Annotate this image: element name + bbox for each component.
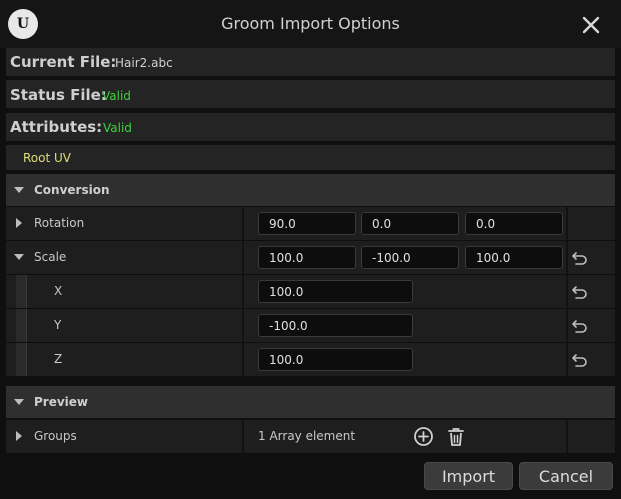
column-divider — [566, 309, 568, 342]
scale-y-input[interactable]: -100.0 — [361, 246, 459, 269]
column-divider — [242, 275, 244, 308]
rotation-x-input[interactable]: 90.0 — [258, 212, 356, 235]
groups-label: Groups — [34, 429, 77, 443]
scale-label: Scale — [34, 250, 67, 264]
column-divider — [242, 343, 244, 376]
groups-array-count: 1 Array element — [258, 429, 356, 443]
current-file-label: Current File: — [10, 53, 117, 71]
rotation-y-input[interactable]: 0.0 — [361, 212, 459, 235]
collapse-arrow-icon — [14, 399, 24, 405]
close-icon[interactable] — [578, 12, 604, 38]
attribute-item-row: Root UV — [6, 145, 615, 170]
status-file-value: Valid — [102, 89, 131, 103]
column-divider — [566, 275, 568, 308]
scale-z-value-input[interactable]: 100.0 — [258, 348, 413, 371]
scale-z-input[interactable]: 100.0 — [465, 246, 563, 269]
scale-z-label: Z — [54, 352, 63, 366]
expand-arrow-icon[interactable] — [16, 431, 22, 441]
scale-x-label: X — [54, 284, 63, 298]
rotation-label: Rotation — [34, 216, 85, 230]
rotation-z-input[interactable]: 0.0 — [465, 212, 563, 235]
column-divider — [242, 420, 244, 453]
scale-y-row: Y -100.0 — [6, 309, 615, 342]
reset-to-default-icon[interactable] — [571, 351, 589, 369]
collapse-arrow-icon[interactable] — [14, 254, 24, 260]
attributes-label: Attributes: — [10, 118, 103, 136]
collapse-arrow-icon — [14, 187, 24, 193]
column-divider — [566, 343, 568, 376]
scale-y-label: Y — [54, 318, 62, 332]
title-bar: U Groom Import Options — [0, 0, 621, 48]
scale-y-value-input[interactable]: -100.0 — [258, 314, 413, 337]
column-divider — [242, 309, 244, 342]
conversion-section-label: Conversion — [34, 183, 110, 197]
cancel-button[interactable]: Cancel — [519, 462, 613, 490]
delete-all-icon[interactable] — [446, 426, 466, 447]
column-divider — [242, 207, 244, 240]
scale-x-input[interactable]: 100.0 — [258, 246, 356, 269]
column-divider — [566, 207, 568, 240]
indent-guide — [16, 343, 27, 376]
rotation-row: Rotation 90.0 0.0 0.0 — [6, 207, 615, 240]
expand-arrow-icon[interactable] — [16, 218, 22, 228]
scale-z-row: Z 100.0 — [6, 343, 615, 376]
indent-guide — [16, 275, 27, 308]
status-file-row: Status File: Valid — [6, 80, 615, 108]
indent-guide — [16, 309, 27, 342]
column-divider — [566, 241, 568, 274]
add-element-icon[interactable] — [413, 426, 434, 447]
reset-to-default-icon[interactable] — [571, 249, 589, 267]
attribute-item-root-uv: Root UV — [23, 151, 71, 165]
import-button[interactable]: Import — [424, 462, 513, 490]
preview-section-label: Preview — [34, 395, 89, 409]
attributes-value: Valid — [103, 121, 132, 135]
current-file-row: Current File: Hair2.abc — [6, 48, 615, 76]
scale-x-row: X 100.0 — [6, 275, 615, 308]
reset-to-default-icon[interactable] — [571, 283, 589, 301]
status-file-label: Status File: — [10, 86, 107, 104]
reset-to-default-icon[interactable] — [571, 317, 589, 335]
window-title: Groom Import Options — [221, 14, 400, 33]
scale-x-value-input[interactable]: 100.0 — [258, 280, 413, 303]
column-divider — [566, 420, 568, 453]
current-file-value: Hair2.abc — [115, 56, 173, 70]
conversion-section-header[interactable]: Conversion — [6, 174, 615, 206]
scale-row: Scale 100.0 -100.0 100.0 — [6, 241, 615, 274]
attributes-row: Attributes: Valid — [6, 113, 615, 141]
column-divider — [242, 241, 244, 274]
preview-section-header[interactable]: Preview — [6, 386, 615, 418]
groups-row: Groups 1 Array element — [6, 420, 615, 453]
